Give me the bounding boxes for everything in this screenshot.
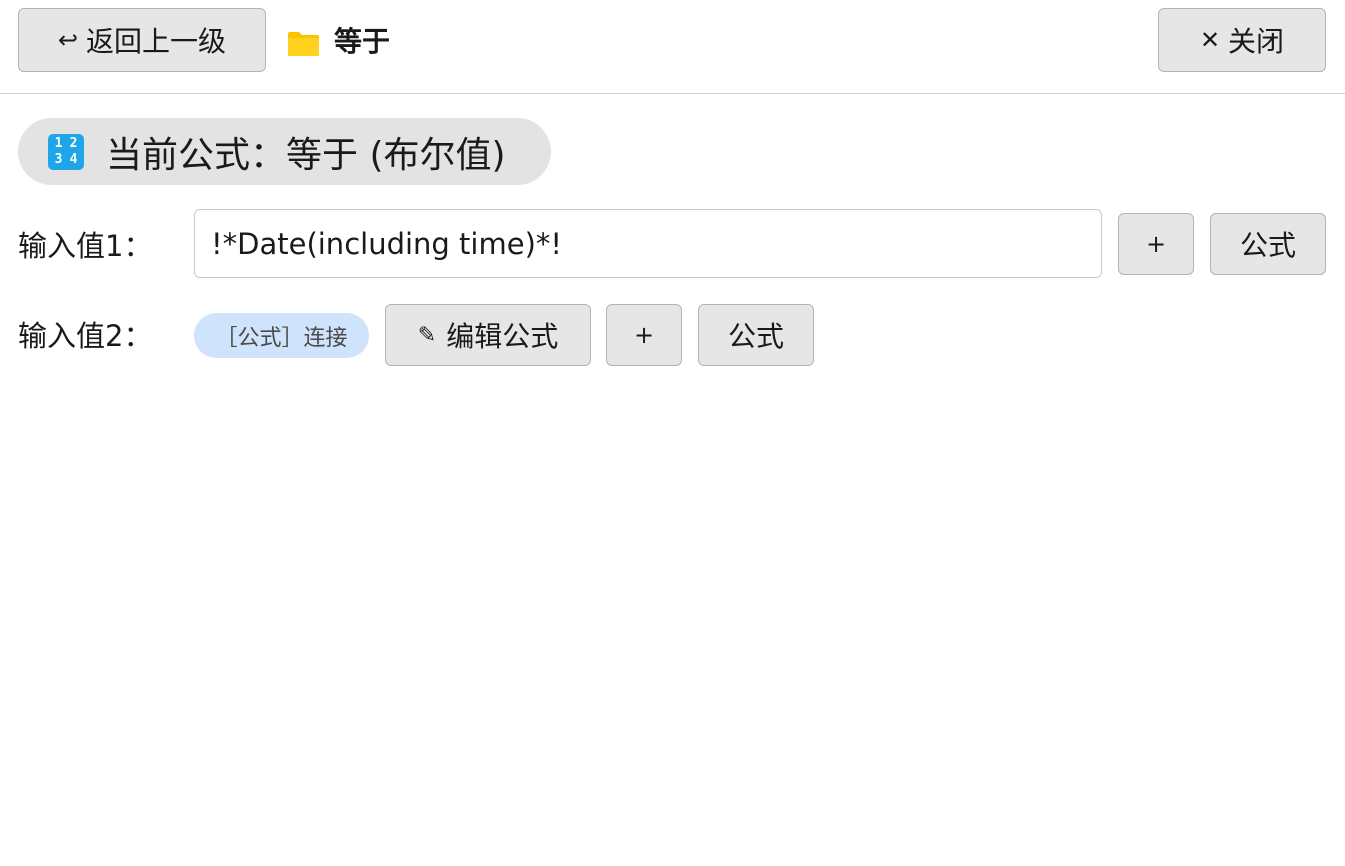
return-arrow-icon: ↩ — [57, 26, 79, 54]
close-icon: ✕ — [1199, 26, 1221, 54]
folder-icon — [288, 32, 319, 56]
folder-title: 等于 — [334, 25, 391, 58]
formula-button-1[interactable]: 公式 — [1210, 213, 1326, 275]
close-button-label: 关闭 — [1228, 25, 1285, 58]
back-button-label: 返回上一级 — [86, 25, 227, 58]
edit-formula-button[interactable]: ✎ 编辑公式 — [385, 304, 591, 366]
pencil-icon: ✎ — [417, 322, 437, 348]
input-value-1-field[interactable] — [194, 209, 1102, 278]
numbers-icon: 1 2 3 4 — [48, 133, 84, 170]
input-value-2-label: 输入值2： — [18, 319, 153, 353]
add-button-1[interactable]: + — [1118, 213, 1194, 275]
add-button-2[interactable]: + — [606, 304, 682, 366]
formula-tag[interactable]: ［公式］连接 — [194, 313, 369, 358]
back-button[interactable]: ↩ 返回上一级 — [18, 8, 266, 72]
toolbar: ↩ 返回上一级 等于 ✕ 关闭 — [0, 0, 1345, 94]
edit-formula-label: 编辑公式 — [446, 320, 559, 353]
current-formula-banner: 1 2 3 4 当前公式：等于 (布尔值) — [18, 118, 551, 185]
current-formula-text: 当前公式：等于 (布尔值) — [106, 134, 506, 176]
input-value-1-label: 输入值1： — [18, 229, 153, 263]
formula-button-2[interactable]: 公式 — [698, 304, 814, 366]
close-button[interactable]: ✕ 关闭 — [1158, 8, 1326, 72]
